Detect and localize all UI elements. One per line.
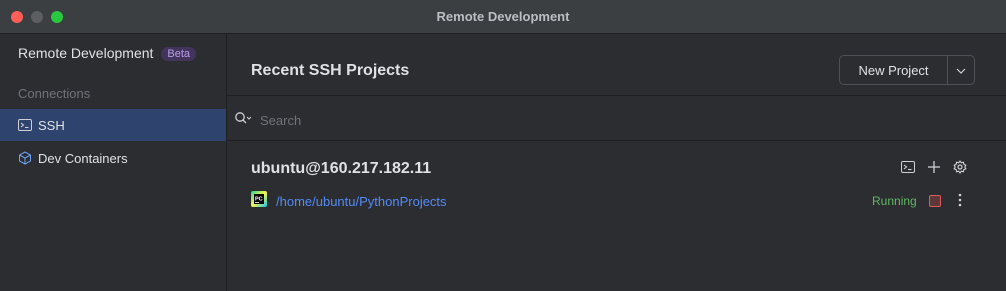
sidebar-header: Remote Development Beta [18,45,197,61]
add-icon[interactable] [926,159,942,175]
remote-development-window: Remote Development Remote Development Bet… [0,0,1006,291]
sidebar-item-label: Dev Containers [38,150,128,166]
page-title: Recent SSH Projects [251,62,410,79]
svg-text:PC: PC [255,197,263,203]
new-project-dropdown-button[interactable] [948,56,974,84]
terminal-icon[interactable] [900,159,916,175]
title-bar: Remote Development [0,0,1006,34]
sidebar-item-label: SSH [38,117,65,133]
search-icon [234,111,252,130]
sidebar: Remote Development Beta Connections SSH D… [0,34,227,291]
sidebar-item-ssh[interactable]: SSH [0,109,226,141]
more-options-icon[interactable] [954,191,966,209]
host-name: ubuntu@160.217.182.11 [251,160,432,177]
project-row[interactable]: PC /home/ubuntu/PythonProjects [251,191,447,212]
terminal-icon [18,118,32,132]
project-path-link[interactable]: /home/ubuntu/PythonProjects [276,194,447,209]
header-divider [227,95,1006,96]
new-project-split-button: New Project [839,55,975,85]
search-input[interactable]: Search [260,113,301,128]
stop-button[interactable] [929,195,941,207]
main-panel: Recent SSH Projects New Project Search u… [227,34,1006,291]
sidebar-item-dev-containers[interactable]: Dev Containers [0,142,226,174]
host-actions [900,159,968,175]
new-project-button[interactable]: New Project [840,56,948,84]
search-divider [227,140,1006,141]
cube-icon [18,151,32,165]
status-badge: Running [872,194,917,208]
gear-icon[interactable] [952,159,968,175]
chevron-down-icon [956,61,966,79]
search-field[interactable]: Search [234,110,301,130]
beta-badge: Beta [161,47,197,61]
sidebar-header-label: Remote Development [18,45,154,61]
connections-section-label: Connections [18,86,91,101]
window-title: Remote Development [436,9,570,24]
pycharm-icon: PC [251,191,267,212]
